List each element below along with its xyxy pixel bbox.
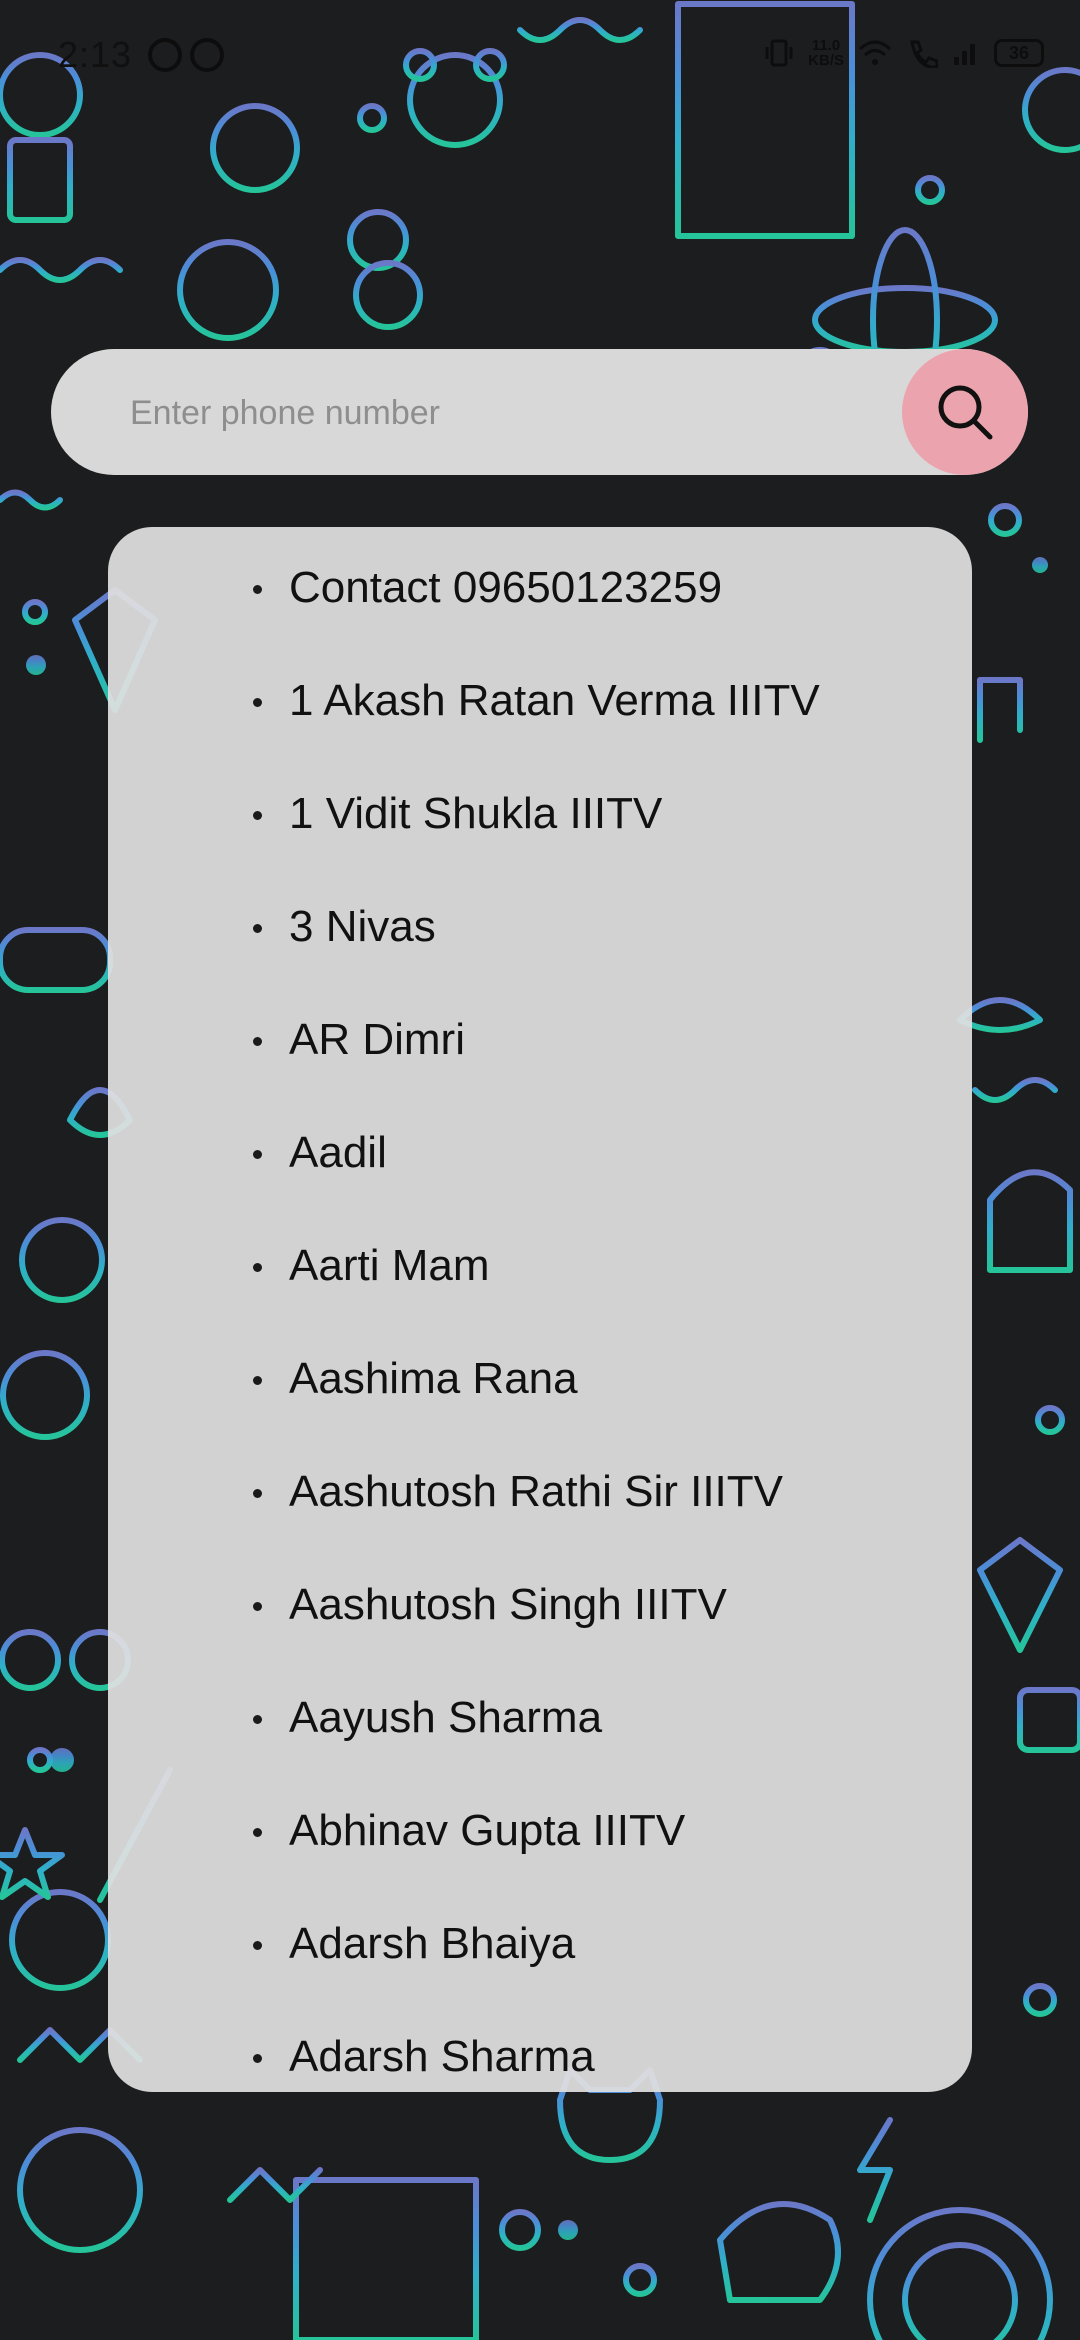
contact-list[interactable]: Contact 09650123259 1 Akash Ratan Verma I…	[108, 527, 972, 2092]
notification-icons	[148, 38, 224, 72]
contact-list-item[interactable]: Aashutosh Rathi Sir IIITV	[108, 1467, 972, 1580]
status-time: 2:13	[58, 34, 133, 75]
search-icon	[938, 385, 993, 440]
whatsapp-icon	[148, 38, 182, 72]
contact-list-item[interactable]: Aadil	[108, 1128, 972, 1241]
status-indicators: 11.0 KB/S 36	[764, 38, 1044, 68]
contact-list-item[interactable]: 3 Nivas	[108, 902, 972, 1015]
contact-list-item[interactable]: AR Dimri	[108, 1015, 972, 1128]
phone-search-bar	[51, 349, 1028, 477]
network-speed: 11.0 KB/S	[808, 38, 844, 68]
network-speed-value: 11.0	[811, 37, 841, 54]
contact-list-item[interactable]: Aayush Sharma	[108, 1693, 972, 1806]
contact-list-item[interactable]: Aarti Mam	[108, 1241, 972, 1354]
network-speed-unit: KB/S	[808, 52, 844, 69]
search-button[interactable]	[902, 349, 1028, 475]
contact-list-item[interactable]: Abhinav Gupta IIITV	[108, 1806, 972, 1919]
contact-list-item[interactable]: Aashutosh Singh IIITV	[108, 1580, 972, 1693]
phone-number-input[interactable]	[128, 349, 932, 477]
contact-list-item[interactable]: Contact 09650123259	[108, 563, 972, 676]
signal-icon	[954, 44, 975, 65]
battery-icon: 36	[994, 39, 1044, 67]
contact-list-item[interactable]: Aashima Rana	[108, 1354, 972, 1467]
contact-list-item[interactable]: 1 Akash Ratan Verma IIITV	[108, 676, 972, 789]
contact-list-item[interactable]: Adarsh Bhaiya	[108, 1919, 972, 2032]
volte-call-icon	[910, 40, 938, 68]
contact-list-card[interactable]: Contact 09650123259 1 Akash Ratan Verma I…	[108, 527, 972, 2092]
wifi-icon	[858, 40, 892, 65]
vibrate-icon	[765, 39, 793, 67]
app-notification-icon	[190, 38, 224, 72]
contact-list-item[interactable]: Adarsh Sharma	[108, 2032, 972, 2092]
status-bar: 2:13 11.0 KB/S 36	[0, 0, 1080, 110]
contact-list-item[interactable]: 1 Vidit Shukla IIITV	[108, 789, 972, 902]
